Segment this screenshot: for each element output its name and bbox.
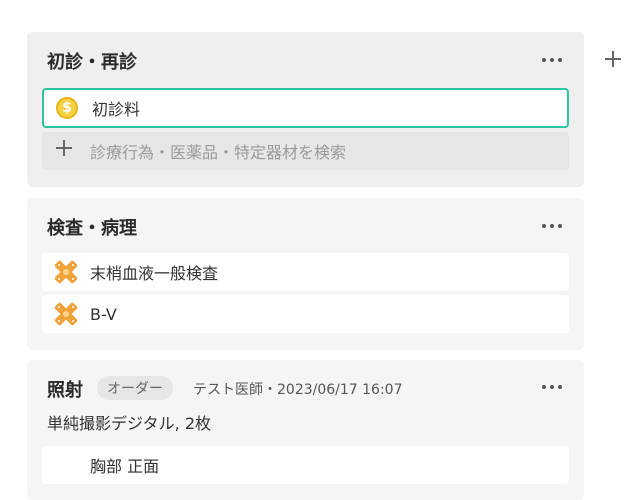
plus-icon	[56, 140, 72, 156]
section-title: 初診・再診	[47, 52, 137, 73]
search-input[interactable]: 診療行為・医薬品・特定器材を検索	[42, 132, 569, 170]
more-options-icon[interactable]	[542, 223, 562, 229]
order-meta: テスト医師・2023/06/17 16:07	[193, 382, 403, 398]
list-item-blood-test[interactable]: 末梢血液一般検査	[42, 253, 569, 291]
bandage-icon	[54, 260, 78, 284]
item-label: 末梢血液一般検査	[90, 264, 219, 283]
more-options-icon[interactable]	[542, 57, 562, 63]
item-label: 初診料	[92, 100, 141, 119]
dollar-coin-icon: $	[56, 97, 78, 119]
item-label: 胸部 正面	[90, 457, 160, 476]
order-badge: オーダー	[97, 376, 173, 400]
list-item-b-v[interactable]: B-V	[42, 295, 569, 333]
item-label: B-V	[90, 304, 117, 324]
bandage-icon	[54, 302, 78, 326]
order-description: 単純撮影デジタル, 2枚	[47, 414, 212, 433]
more-options-icon[interactable]	[542, 384, 562, 390]
section-title: 照射	[47, 380, 83, 401]
section-card-kensa: 検査・病理 末梢血液一般検査 B-V	[27, 198, 584, 350]
search-placeholder: 診療行為・医薬品・特定器材を検索	[90, 143, 347, 162]
section-card-shosha: 照射 オーダー テスト医師・2023/06/17 16:07 単純撮影デジタル,…	[27, 360, 584, 500]
section-title: 検査・病理	[47, 218, 137, 239]
section-card-shoshin: 初診・再診 $ 初診料 診療行為・医薬品・特定器材を検索	[27, 32, 584, 187]
add-section-button[interactable]	[605, 51, 621, 67]
list-item-chest-front[interactable]: 胸部 正面	[42, 446, 569, 484]
list-item-shoshinryo[interactable]: $ 初診料	[42, 88, 569, 128]
